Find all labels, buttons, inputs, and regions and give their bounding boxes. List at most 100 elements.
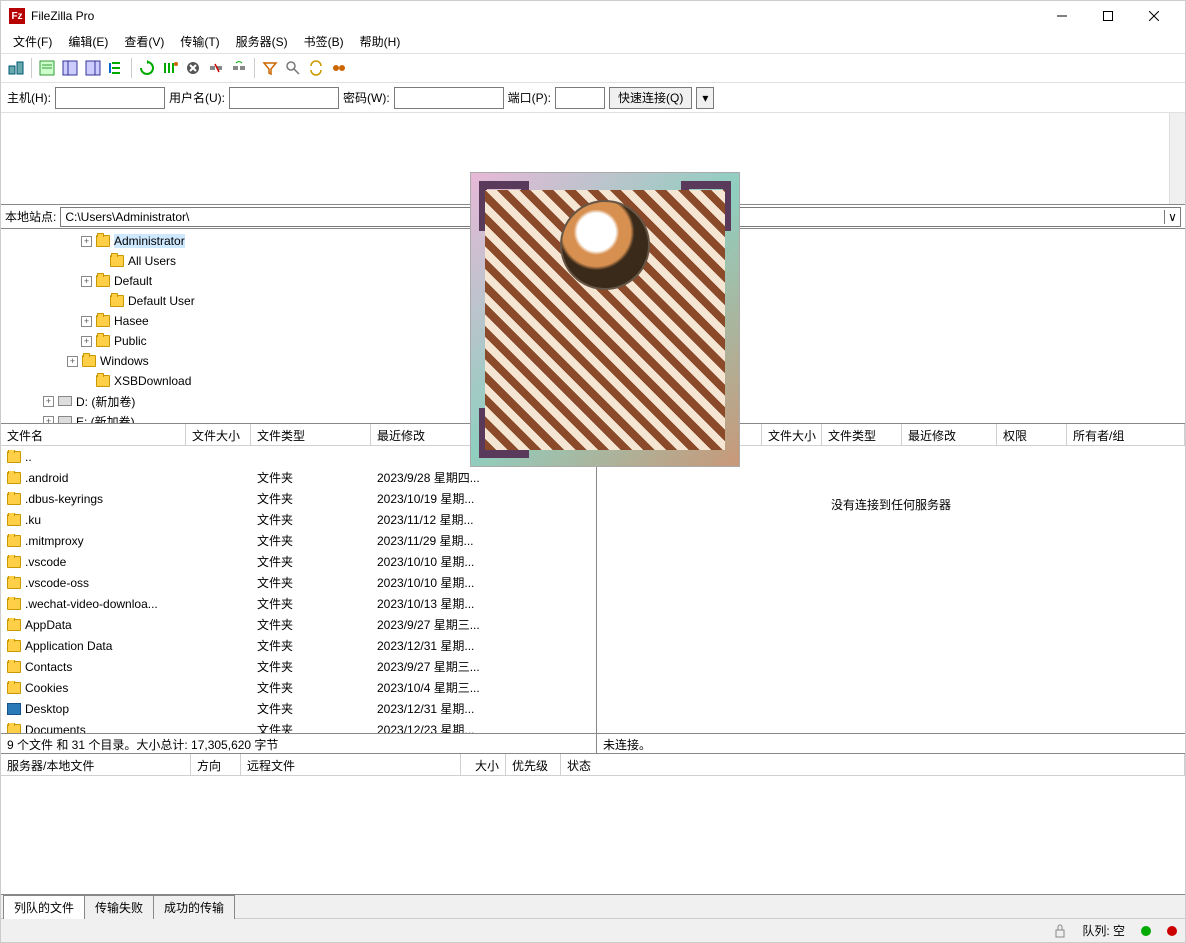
file-row[interactable]: Application Data文件夹2023/12/31 星期... xyxy=(1,635,596,656)
file-row[interactable]: .vscode-oss文件夹2023/10/10 星期... xyxy=(1,572,596,593)
disconnect-icon[interactable] xyxy=(205,57,227,79)
folder-icon xyxy=(82,355,96,367)
file-row[interactable]: Desktop文件夹2023/12/31 星期... xyxy=(1,698,596,719)
file-row[interactable]: AppData文件夹2023/9/27 星期三... xyxy=(1,614,596,635)
file-row[interactable]: Cookies文件夹2023/10/4 星期三... xyxy=(1,677,596,698)
sync-browse-icon[interactable] xyxy=(305,57,327,79)
menu-file[interactable]: 文件(F) xyxy=(5,31,60,53)
col-prio[interactable]: 优先级 xyxy=(506,754,561,775)
col-server[interactable]: 服务器/本地文件 xyxy=(1,754,191,775)
site-manager-icon[interactable] xyxy=(5,57,27,79)
col-owner[interactable]: 所有者/组 xyxy=(1067,424,1185,445)
toggle-remote-tree-icon[interactable] xyxy=(82,57,104,79)
queue-body[interactable] xyxy=(1,776,1185,894)
refresh-icon[interactable] xyxy=(136,57,158,79)
menu-transfer[interactable]: 传输(T) xyxy=(172,31,227,53)
close-button[interactable] xyxy=(1131,1,1177,31)
cell-type: 文件夹 xyxy=(251,469,371,486)
file-row[interactable]: Contacts文件夹2023/9/27 星期三... xyxy=(1,656,596,677)
toggle-log-icon[interactable] xyxy=(36,57,58,79)
expand-icon[interactable]: + xyxy=(81,316,92,327)
file-row[interactable]: Documents文件夹2023/12/23 星期... xyxy=(1,719,596,733)
col-size[interactable]: 文件大小 xyxy=(762,424,822,445)
process-queue-icon[interactable] xyxy=(159,57,181,79)
local-files-body[interactable]: ...android文件夹2023/9/28 星期四....dbus-keyri… xyxy=(1,446,596,733)
cell-name: Documents xyxy=(1,723,186,734)
col-status[interactable]: 状态 xyxy=(561,754,1185,775)
quickconnect-dropdown-icon[interactable]: ▾ xyxy=(696,87,714,109)
col-size[interactable]: 文件大小 xyxy=(186,424,251,445)
port-input[interactable] xyxy=(555,87,605,109)
cancel-icon[interactable] xyxy=(182,57,204,79)
col-name[interactable]: 文件名 xyxy=(1,424,186,445)
col-perm[interactable]: 权限 xyxy=(997,424,1067,445)
minimize-button[interactable] xyxy=(1039,1,1085,31)
file-row[interactable]: .wechat-video-downloa...文件夹2023/10/13 星期… xyxy=(1,593,596,614)
col-type[interactable]: 文件类型 xyxy=(251,424,371,445)
tree-label: All Users xyxy=(128,254,176,268)
cell-name: .vscode-oss xyxy=(1,576,186,590)
filter-icon[interactable] xyxy=(259,57,281,79)
file-row[interactable]: .android文件夹2023/9/28 星期四... xyxy=(1,467,596,488)
folder-icon xyxy=(7,451,21,463)
toggle-queue-icon[interactable] xyxy=(105,57,127,79)
toggle-local-tree-icon[interactable] xyxy=(59,57,81,79)
dropdown-icon[interactable]: ∨ xyxy=(1164,210,1180,224)
local-site-label: 本地站点: xyxy=(1,208,60,225)
expand-icon[interactable] xyxy=(95,256,106,267)
tab-queued[interactable]: 列队的文件 xyxy=(3,895,85,919)
cell-type: 文件夹 xyxy=(251,679,371,696)
cell-type: 文件夹 xyxy=(251,721,371,733)
col-modified[interactable]: 最近修改 xyxy=(902,424,997,445)
password-input[interactable] xyxy=(394,87,504,109)
menu-bookmarks[interactable]: 书签(B) xyxy=(296,31,352,53)
local-status: 9 个文件 和 31 个目录。大小总计: 17,305,620 字节 xyxy=(1,734,597,753)
host-input[interactable] xyxy=(55,87,165,109)
host-label: 主机(H): xyxy=(7,89,51,106)
cell-type: 文件夹 xyxy=(251,616,371,633)
lock-icon[interactable] xyxy=(1054,924,1066,938)
col-dir[interactable]: 方向 xyxy=(191,754,241,775)
cell-type: 文件夹 xyxy=(251,658,371,675)
folder-icon xyxy=(7,493,21,505)
file-row[interactable]: .vscode文件夹2023/10/10 星期... xyxy=(1,551,596,572)
file-lists: 文件名 文件大小 文件类型 最近修改 ...android文件夹2023/9/2… xyxy=(1,424,1185,734)
cell-name: .wechat-video-downloa... xyxy=(1,597,186,611)
username-input[interactable] xyxy=(229,87,339,109)
file-row[interactable]: .ku文件夹2023/11/12 星期... xyxy=(1,509,596,530)
cell-type: 文件夹 xyxy=(251,637,371,654)
cell-type: 文件夹 xyxy=(251,511,371,528)
file-row[interactable]: .mitmproxy文件夹2023/11/29 星期... xyxy=(1,530,596,551)
tab-success[interactable]: 成功的传输 xyxy=(153,895,235,919)
menu-help[interactable]: 帮助(H) xyxy=(352,31,409,53)
cell-type: 文件夹 xyxy=(251,700,371,717)
col-type[interactable]: 文件类型 xyxy=(822,424,902,445)
compare-icon[interactable] xyxy=(282,57,304,79)
find-icon[interactable] xyxy=(328,57,350,79)
quickconnect-bar: 主机(H): 用户名(U): 密码(W): 端口(P): 快速连接(Q) ▾ xyxy=(1,83,1185,113)
expand-icon[interactable]: + xyxy=(81,236,92,247)
expand-icon[interactable]: + xyxy=(67,356,78,367)
reconnect-icon[interactable] xyxy=(228,57,250,79)
expand-icon[interactable]: + xyxy=(81,276,92,287)
expand-icon[interactable] xyxy=(81,376,92,387)
folder-icon xyxy=(7,598,21,610)
cell-name: .ku xyxy=(1,513,186,527)
col-remote[interactable]: 远程文件 xyxy=(241,754,461,775)
folder-icon xyxy=(7,514,21,526)
quickconnect-button[interactable]: 快速连接(Q) xyxy=(609,87,692,109)
expand-icon[interactable]: + xyxy=(43,416,54,424)
maximize-button[interactable] xyxy=(1085,1,1131,31)
cell-name: .mitmproxy xyxy=(1,534,186,548)
menu-view[interactable]: 查看(V) xyxy=(116,31,172,53)
col-size[interactable]: 大小 xyxy=(461,754,506,775)
scrollbar[interactable] xyxy=(1169,113,1185,204)
expand-icon[interactable]: + xyxy=(81,336,92,347)
menu-server[interactable]: 服务器(S) xyxy=(228,31,296,53)
desktop-icon xyxy=(7,703,21,715)
expand-icon[interactable]: + xyxy=(43,396,54,407)
menu-edit[interactable]: 编辑(E) xyxy=(60,31,116,53)
tab-failed[interactable]: 传输失败 xyxy=(84,895,154,919)
file-row[interactable]: .dbus-keyrings文件夹2023/10/19 星期... xyxy=(1,488,596,509)
expand-icon[interactable] xyxy=(95,296,106,307)
